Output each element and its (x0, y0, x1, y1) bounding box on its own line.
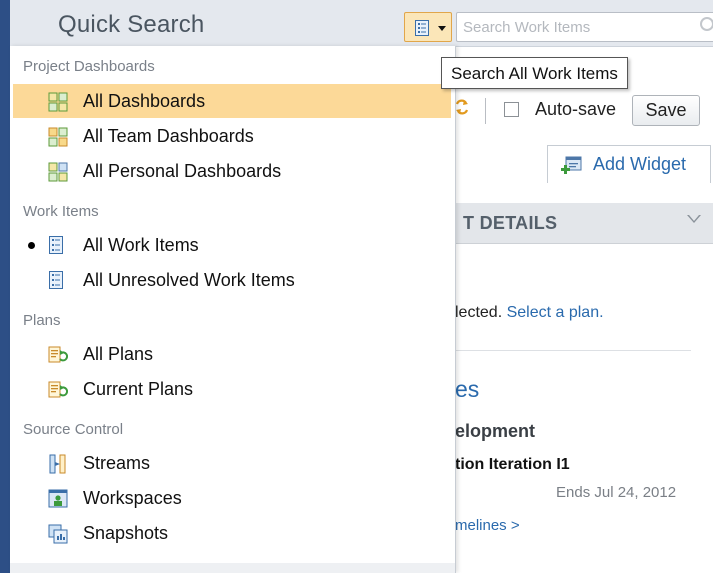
dashboard-icon (48, 92, 68, 112)
section-project-dashboards: Project Dashboards (23, 58, 155, 75)
menu-item-all-work-items[interactable]: All Work Items (13, 228, 451, 262)
menu-item-all-dashboards[interactable]: All Dashboards (13, 84, 451, 118)
search-input[interactable] (456, 12, 713, 42)
add-widget-label: Add Widget (593, 154, 687, 174)
work-item-list-icon (48, 236, 68, 256)
iteration-end-date: Ends Jul 24, 2012 (556, 484, 677, 501)
menu-item-all-team-dashboards[interactable]: All Team Dashboards (13, 119, 451, 153)
section-heading[interactable]: es (455, 376, 479, 403)
save-button[interactable]: Save (632, 95, 700, 126)
menu-item-label: All Personal Dashboards (83, 161, 282, 181)
dashboard-toolbar: Auto-save Save (455, 90, 713, 130)
menu-item-all-plans[interactable]: All Plans (13, 337, 451, 371)
app-brand-strip (0, 0, 10, 573)
menu-item-label: Snapshots (83, 523, 169, 543)
select-plan-link[interactable]: Select a plan. (507, 304, 604, 321)
menu-item-snapshots[interactable]: Snapshots (13, 516, 451, 550)
plan-icon (48, 380, 69, 400)
divider (455, 350, 691, 351)
menu-item-all-unresolved-work-items[interactable]: All Unresolved Work Items (13, 263, 451, 297)
stream-icon (48, 454, 68, 474)
quick-search-menu: Project Dashboards All Dashboards All Te… (10, 46, 456, 573)
menu-footer (10, 563, 455, 573)
section-plans: Plans (23, 312, 61, 329)
autosave-checkbox[interactable] (504, 102, 519, 117)
widget-title: T DETAILS (463, 213, 558, 233)
menu-item-label: Workspaces (83, 488, 182, 508)
personal-dashboard-icon (48, 162, 68, 182)
menu-item-streams[interactable]: Streams (13, 446, 451, 480)
menu-item-all-personal-dashboards[interactable]: All Personal Dashboards (13, 154, 451, 188)
menu-item-label: All Dashboards (83, 91, 206, 111)
workspace-icon (48, 489, 68, 509)
toolbar-divider (485, 98, 486, 124)
current-selection-bullet-icon (28, 242, 35, 249)
section-work-items: Work Items (23, 203, 99, 220)
widget-header: T DETAILS (455, 203, 713, 244)
menu-item-label: All Plans (83, 344, 154, 364)
sync-icon[interactable] (455, 98, 469, 121)
section-source-control: Source Control (23, 421, 124, 438)
work-item-list-icon (48, 271, 68, 291)
menu-item-label: Streams (83, 453, 151, 473)
search-scope-button[interactable] (404, 12, 452, 42)
iteration-name: tion Iteration I1 (455, 456, 570, 473)
plan-status-text: lected. Select a plan. (455, 304, 604, 322)
chevron-down-icon[interactable] (687, 215, 701, 223)
add-widget-tab[interactable]: Add Widget (547, 145, 711, 183)
menu-item-current-plans[interactable]: Current Plans (13, 372, 451, 406)
menu-item-label: All Work Items (83, 235, 199, 255)
team-dashboard-icon (48, 127, 68, 147)
snapshot-icon (48, 524, 68, 544)
chevron-down-icon (438, 26, 446, 31)
menu-item-label: Current Plans (83, 379, 194, 399)
autosave-label: Auto-save (535, 99, 617, 119)
search-icon[interactable] (700, 17, 713, 31)
page-title: Quick Search (58, 11, 205, 38)
timelines-link[interactable]: melines > (455, 517, 520, 534)
tooltip: Search All Work Items (441, 57, 628, 89)
plan-icon (48, 345, 69, 365)
menu-item-label: All Team Dashboards (83, 126, 254, 146)
add-widget-icon (561, 156, 583, 181)
plan-status-label: lected. (455, 304, 503, 321)
work-item-list-icon (414, 20, 430, 41)
timeline-name: elopment (455, 421, 536, 441)
menu-item-workspaces[interactable]: Workspaces (13, 481, 451, 515)
menu-item-label: All Unresolved Work Items (83, 270, 295, 290)
